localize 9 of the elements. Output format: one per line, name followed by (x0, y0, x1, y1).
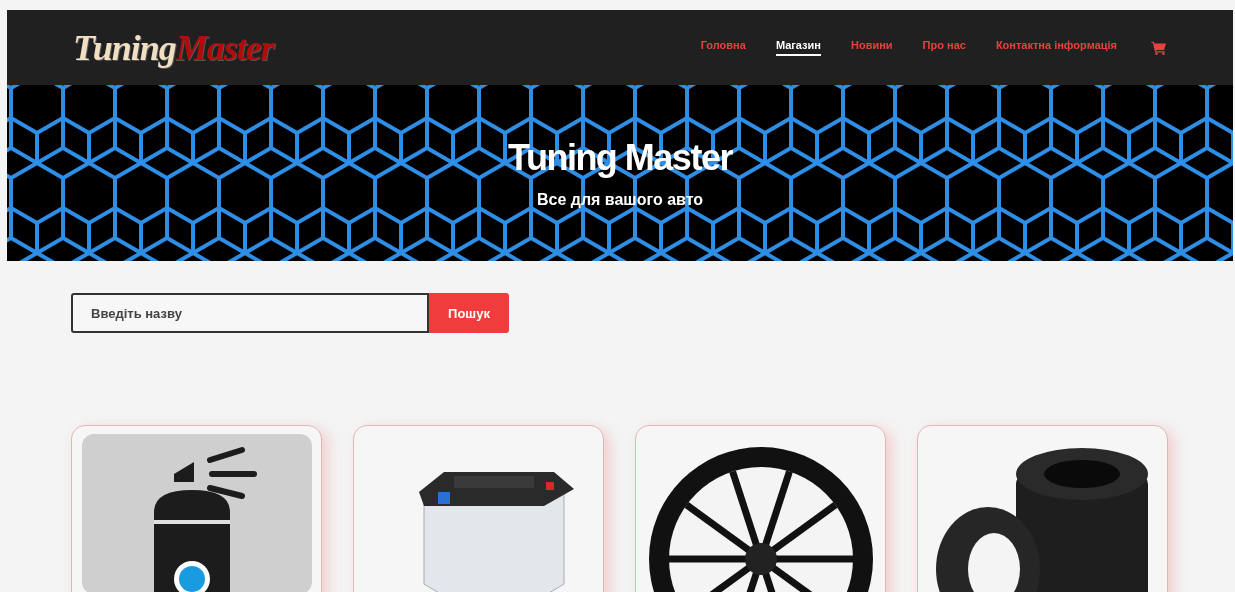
logo[interactable]: TuningMaster (73, 26, 274, 69)
nav-link[interactable]: Новини (851, 39, 893, 56)
nav-link[interactable]: Контактна інформація (995, 39, 1117, 56)
nav-link[interactable]: Магазин (775, 39, 821, 56)
nav-link[interactable]: Головна (700, 39, 746, 56)
nav-link[interactable]: Про нас (922, 39, 966, 56)
search-button[interactable]: Пошук (429, 293, 509, 333)
cart-icon[interactable] (1151, 40, 1167, 55)
search-field[interactable]: Введіть назву (71, 293, 429, 333)
